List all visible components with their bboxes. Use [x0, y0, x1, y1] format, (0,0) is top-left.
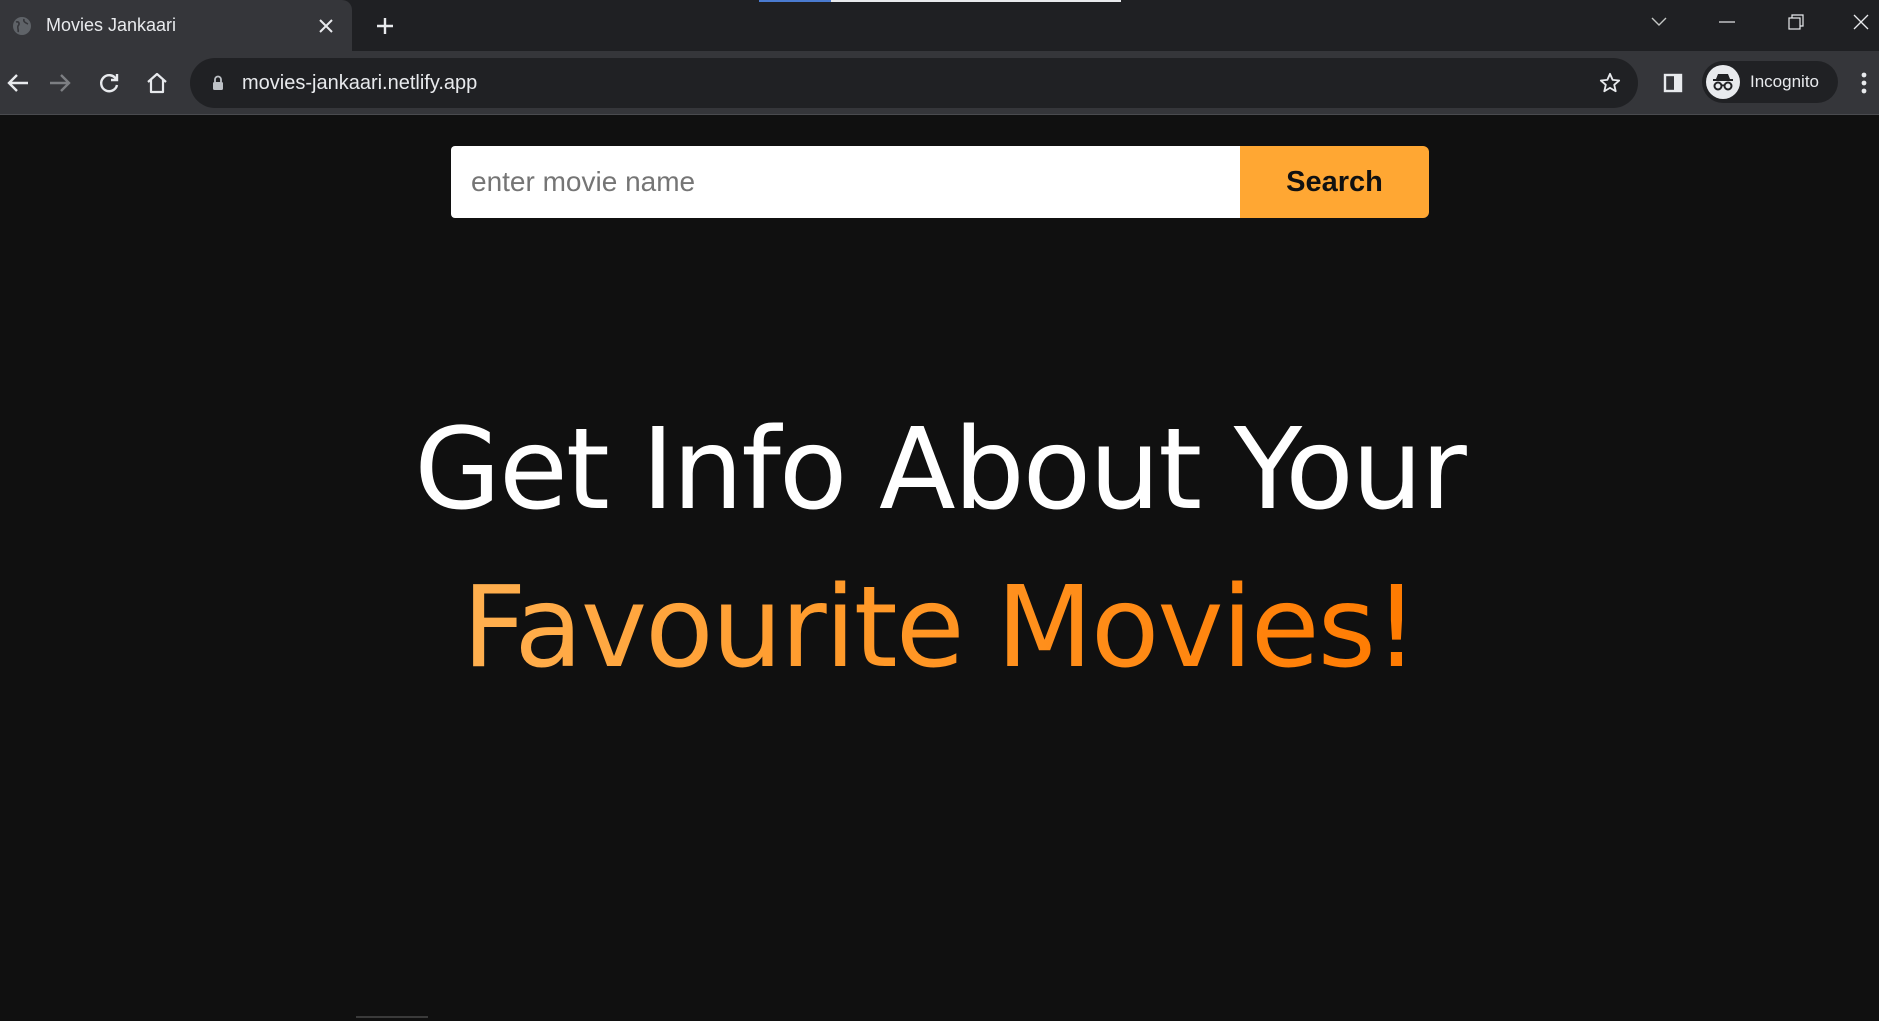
hero-line-2: Favourite Movies!	[462, 563, 1419, 693]
page-content: Search Get Info About Your Favourite Mov…	[0, 116, 1879, 1021]
forward-arrow-icon[interactable]	[42, 65, 78, 101]
browser-titlebar: Movies Jankaari	[0, 0, 1879, 51]
incognito-icon	[1706, 65, 1740, 99]
search-input[interactable]	[451, 146, 1240, 218]
bookmark-star-icon[interactable]	[1592, 65, 1628, 101]
home-icon[interactable]	[139, 65, 175, 101]
browser-tab[interactable]: Movies Jankaari	[0, 0, 352, 51]
globe-icon	[12, 16, 32, 36]
tab-title: Movies Jankaari	[46, 15, 177, 35]
hero-line-1: Get Info About Your	[414, 405, 1467, 535]
tab-strip-indicator	[759, 0, 1121, 2]
more-menu-icon[interactable]	[1850, 65, 1878, 101]
browser-toolbar: movies-jankaari.netlify.app Incognito	[0, 51, 1879, 115]
reload-icon[interactable]	[91, 65, 127, 101]
search-button[interactable]: Search	[1240, 146, 1429, 218]
back-arrow-icon[interactable]	[0, 65, 36, 101]
incognito-profile-button[interactable]: Incognito	[1702, 61, 1838, 103]
tab-strip-indicator-segment	[759, 0, 831, 2]
tab-close-icon[interactable]	[312, 12, 340, 40]
side-panel-icon[interactable]	[1655, 65, 1691, 101]
lock-icon[interactable]	[208, 73, 228, 93]
tab-search-icon[interactable]	[1639, 6, 1679, 38]
url-text[interactable]: movies-jankaari.netlify.app	[242, 72, 1592, 95]
close-icon[interactable]	[1843, 6, 1879, 38]
bottom-scroll-indicator	[356, 1016, 428, 1018]
restore-icon[interactable]	[1776, 6, 1816, 38]
incognito-label: Incognito	[1750, 72, 1819, 91]
plus-icon[interactable]	[369, 10, 401, 42]
hero-heading: Get Info About Your Favourite Movies!	[0, 391, 1879, 707]
address-bar[interactable]: movies-jankaari.netlify.app	[190, 58, 1638, 108]
minimize-icon[interactable]	[1707, 6, 1747, 38]
search-form: Search	[451, 146, 1429, 218]
